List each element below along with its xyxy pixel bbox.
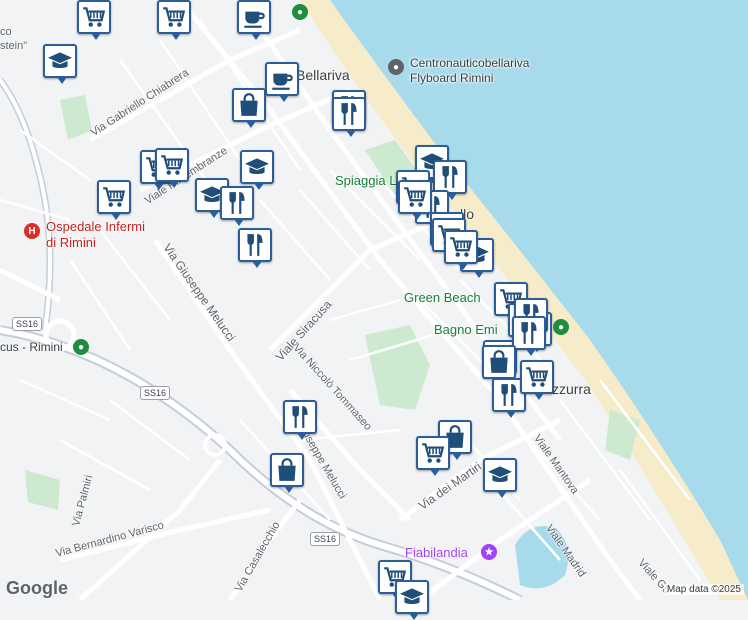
grocery-pin[interactable] <box>155 148 189 188</box>
grocery-pin[interactable] <box>97 180 131 220</box>
park-pin-icon: ● <box>73 339 89 355</box>
grocery-pin[interactable] <box>77 0 111 40</box>
grad-icon <box>400 588 424 605</box>
grad-icon <box>488 466 512 483</box>
grocery-pin[interactable] <box>398 180 432 220</box>
restaurant-pin[interactable] <box>433 160 467 200</box>
place-label-circus: cus - Rimini <box>0 340 63 354</box>
place-label-bagno: Bagno Emi <box>434 322 498 337</box>
cafe-pin[interactable] <box>237 0 271 40</box>
school-pin[interactable] <box>483 458 517 498</box>
fork-icon <box>341 103 357 125</box>
fork-icon <box>229 192 245 214</box>
map-canvas[interactable]: Via Gabriello Chiabrera Viale Rimembranz… <box>0 0 748 620</box>
grocery-pin[interactable] <box>416 436 450 476</box>
restaurant-pin[interactable] <box>283 400 317 440</box>
grad-icon <box>245 158 269 175</box>
shop-pin[interactable] <box>232 88 266 128</box>
place-label-stein: stein" <box>0 40 28 52</box>
place-label-hospital: Ospedale Infermi di Rimini <box>46 219 145 250</box>
restaurant-pin[interactable] <box>220 186 254 226</box>
restaurant-pin[interactable] <box>512 316 546 356</box>
fork-icon <box>521 322 537 344</box>
grocery-pin[interactable] <box>157 0 191 40</box>
place-label-azzurra: zzurra <box>552 381 591 397</box>
hospital-icon: H <box>24 223 40 239</box>
cart-icon <box>163 7 186 27</box>
cart-icon <box>83 7 106 27</box>
shop-pin[interactable] <box>270 453 304 493</box>
cart-icon <box>450 237 473 257</box>
cart-icon <box>103 187 126 207</box>
road-shield: SS16 <box>310 532 341 546</box>
map-base <box>0 0 748 605</box>
grocery-pin[interactable] <box>520 360 554 400</box>
place-label-flyboard: Centronauticobellariva Flyboard Rimini <box>410 56 530 85</box>
park-pin-icon: ● <box>292 4 308 20</box>
school-pin[interactable] <box>240 150 274 190</box>
fork-icon <box>442 166 458 188</box>
school-pin[interactable] <box>395 580 429 620</box>
map-attribution[interactable]: Map data ©2025 <box>663 584 744 595</box>
road-shield: SS16 <box>12 317 43 331</box>
place-label-fiabilandia: Fiabilandia <box>405 545 468 560</box>
shop-pin[interactable] <box>482 345 516 385</box>
fork-icon <box>292 406 308 428</box>
bag-icon <box>490 350 508 373</box>
attraction-icon: ★ <box>481 544 497 560</box>
google-logo: Google <box>6 578 68 598</box>
coffee-icon <box>244 11 265 28</box>
fork-icon <box>247 234 263 256</box>
bag-icon <box>240 93 258 116</box>
grad-icon <box>48 52 72 69</box>
place-label-bellariva: Bellariva <box>296 67 350 83</box>
cart-icon <box>422 443 445 463</box>
cart-icon <box>526 367 549 387</box>
cart-icon <box>161 155 184 175</box>
coffee-icon <box>272 73 293 90</box>
road-shield: SS16 <box>140 386 171 400</box>
cart-icon <box>404 187 427 207</box>
place-label-co: co <box>0 26 12 38</box>
park-pin-icon: ● <box>553 319 569 335</box>
cafe-pin[interactable] <box>265 62 299 102</box>
fork-icon <box>501 384 517 406</box>
school-pin[interactable] <box>43 44 77 84</box>
restaurant-pin[interactable] <box>332 97 366 137</box>
restaurant-pin[interactable] <box>238 228 272 268</box>
place-label-green-beach: Green Beach <box>404 290 481 305</box>
place-pin-icon: ● <box>388 59 404 75</box>
bag-icon <box>278 458 296 481</box>
place-label-spiaggia: Spiaggia L <box>335 173 397 188</box>
grocery-pin[interactable] <box>444 230 478 270</box>
